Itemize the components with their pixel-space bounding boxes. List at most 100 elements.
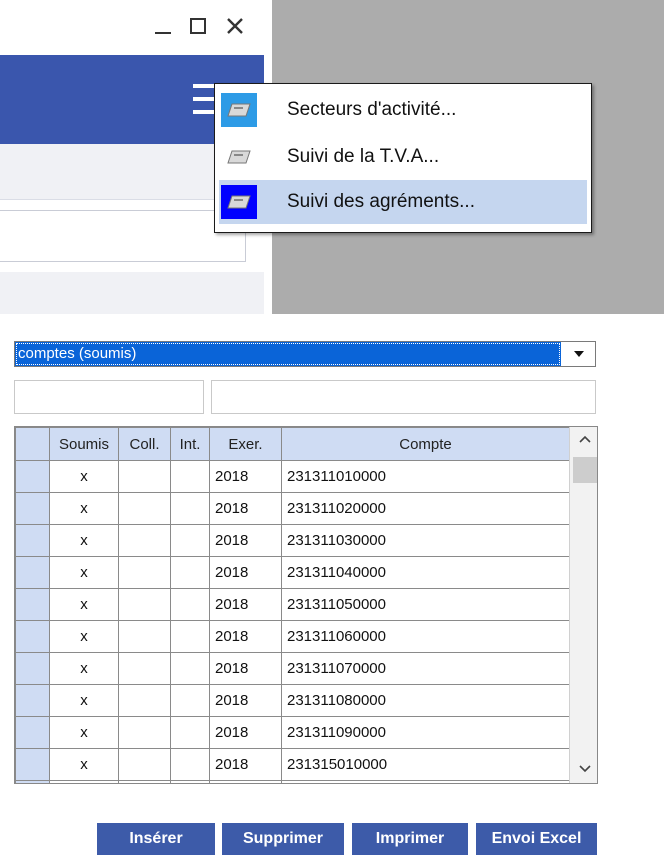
- column-header-soumis[interactable]: Soumis: [49, 427, 119, 461]
- cell-coll[interactable]: [118, 620, 171, 653]
- cell-soumis[interactable]: x: [49, 748, 119, 781]
- row-selector[interactable]: [15, 492, 50, 525]
- cell-exer[interactable]: 2018: [209, 684, 282, 717]
- column-header-coll[interactable]: Coll.: [118, 427, 171, 461]
- row-selector[interactable]: [15, 588, 50, 621]
- row-selector[interactable]: [15, 780, 50, 783]
- column-header-int[interactable]: Int.: [170, 427, 210, 461]
- table-row[interactable]: x 2018 231311050000: [15, 588, 570, 621]
- table-row[interactable]: x 2018 231315010000: [15, 748, 570, 781]
- cell-coll[interactable]: [118, 652, 171, 685]
- row-selector[interactable]: [15, 524, 50, 557]
- cell-exer[interactable]: 2018: [209, 748, 282, 781]
- chevron-down-icon[interactable]: [570, 757, 597, 781]
- filter-input-left[interactable]: [14, 380, 204, 414]
- row-selector[interactable]: [15, 460, 50, 493]
- cell-coll[interactable]: [118, 556, 171, 589]
- cell-compte[interactable]: 231311050000: [281, 588, 570, 621]
- table-row[interactable]: x 2018 231311080000: [15, 684, 570, 717]
- cell-exer[interactable]: 2018: [209, 524, 282, 557]
- cell-int[interactable]: [170, 716, 210, 749]
- cell-exer[interactable]: 2018: [209, 652, 282, 685]
- cell-exer[interactable]: 2018: [209, 620, 282, 653]
- maximize-button[interactable]: [183, 8, 213, 44]
- cell-soumis[interactable]: x: [49, 460, 119, 493]
- cell-int[interactable]: [170, 524, 210, 557]
- cell-compte[interactable]: 231311060000: [281, 620, 570, 653]
- table-row[interactable]: x 2018 231311020000: [15, 492, 570, 525]
- cell-coll[interactable]: [118, 492, 171, 525]
- cell-int[interactable]: [170, 492, 210, 525]
- cell-int[interactable]: [170, 652, 210, 685]
- cell-coll[interactable]: [118, 460, 171, 493]
- cell-soumis[interactable]: x: [49, 684, 119, 717]
- cell-coll[interactable]: [118, 716, 171, 749]
- vertical-scrollbar[interactable]: [569, 427, 597, 783]
- row-selector[interactable]: [15, 620, 50, 653]
- cell-int[interactable]: [170, 780, 210, 783]
- table-row[interactable]: x 2018 231311010000: [15, 460, 570, 493]
- cell-exer[interactable]: 2018: [209, 716, 282, 749]
- cell-compte[interactable]: 231311080000: [281, 684, 570, 717]
- cell-coll[interactable]: [118, 684, 171, 717]
- chevron-up-icon[interactable]: [570, 427, 597, 451]
- filter-input-right[interactable]: [211, 380, 596, 414]
- excel-export-button[interactable]: Envoi Excel: [476, 823, 597, 855]
- cell-compte[interactable]: 231311010000: [281, 460, 570, 493]
- scrollbar-thumb[interactable]: [573, 457, 597, 483]
- cell-compte[interactable]: 231311020000: [281, 492, 570, 525]
- cell-compte[interactable]: 231311040000: [281, 556, 570, 589]
- cell-soumis[interactable]: x: [49, 556, 119, 589]
- column-header-exer[interactable]: Exer.: [209, 427, 282, 461]
- cell-exer[interactable]: 2018: [209, 588, 282, 621]
- row-selector[interactable]: [15, 652, 50, 685]
- cell-compte[interactable]: 231315010000: [281, 748, 570, 781]
- table-row[interactable]: x 2018231318010000: [15, 780, 570, 783]
- top-input-field[interactable]: [0, 210, 246, 262]
- cell-exer[interactable]: 2018: [209, 556, 282, 589]
- chevron-down-icon[interactable]: [565, 342, 593, 366]
- table-row[interactable]: x 2018 231311060000: [15, 620, 570, 653]
- cell-coll[interactable]: [118, 524, 171, 557]
- cell-coll[interactable]: [118, 780, 171, 783]
- cell-soumis[interactable]: x: [49, 492, 119, 525]
- column-header-compte[interactable]: Compte: [281, 427, 570, 461]
- close-button[interactable]: [220, 8, 250, 44]
- cell-int[interactable]: [170, 460, 210, 493]
- table-row[interactable]: x 2018 231311070000: [15, 652, 570, 685]
- cell-int[interactable]: [170, 620, 210, 653]
- table-row[interactable]: x 2018 231311090000: [15, 716, 570, 749]
- menu-item-agrements[interactable]: Suivi des agréments...: [219, 180, 587, 224]
- cell-compte[interactable]: 231311070000: [281, 652, 570, 685]
- cell-compte[interactable]: 231311030000: [281, 524, 570, 557]
- cell-soumis[interactable]: x: [49, 588, 119, 621]
- row-selector[interactable]: [15, 684, 50, 717]
- delete-button[interactable]: Supprimer: [222, 823, 344, 855]
- cell-soumis[interactable]: x: [49, 524, 119, 557]
- cell-compte[interactable]: 231318010000: [281, 780, 570, 783]
- menu-item-tva[interactable]: Suivi de la T.V.A...: [219, 135, 587, 179]
- minimize-button[interactable]: [148, 8, 178, 44]
- cell-compte[interactable]: 231311090000: [281, 716, 570, 749]
- row-selector-header[interactable]: [15, 427, 50, 461]
- account-filter-select[interactable]: comptes (soumis): [14, 341, 596, 367]
- cell-soumis[interactable]: x: [49, 620, 119, 653]
- cell-int[interactable]: [170, 556, 210, 589]
- cell-exer[interactable]: 2018: [209, 780, 282, 783]
- cell-exer[interactable]: 2018: [209, 460, 282, 493]
- table-row[interactable]: x 2018 231311040000: [15, 556, 570, 589]
- row-selector[interactable]: [15, 748, 50, 781]
- cell-soumis[interactable]: x: [49, 780, 119, 783]
- cell-int[interactable]: [170, 748, 210, 781]
- row-selector[interactable]: [15, 716, 50, 749]
- cell-soumis[interactable]: x: [49, 652, 119, 685]
- cell-coll[interactable]: [118, 588, 171, 621]
- cell-exer[interactable]: 2018: [209, 492, 282, 525]
- print-button[interactable]: Imprimer: [352, 823, 468, 855]
- menu-item-secteurs[interactable]: Secteurs d'activité...: [219, 88, 587, 132]
- table-row[interactable]: x 2018 231311030000: [15, 524, 570, 557]
- cell-int[interactable]: [170, 684, 210, 717]
- cell-int[interactable]: [170, 588, 210, 621]
- cell-soumis[interactable]: x: [49, 716, 119, 749]
- row-selector[interactable]: [15, 556, 50, 589]
